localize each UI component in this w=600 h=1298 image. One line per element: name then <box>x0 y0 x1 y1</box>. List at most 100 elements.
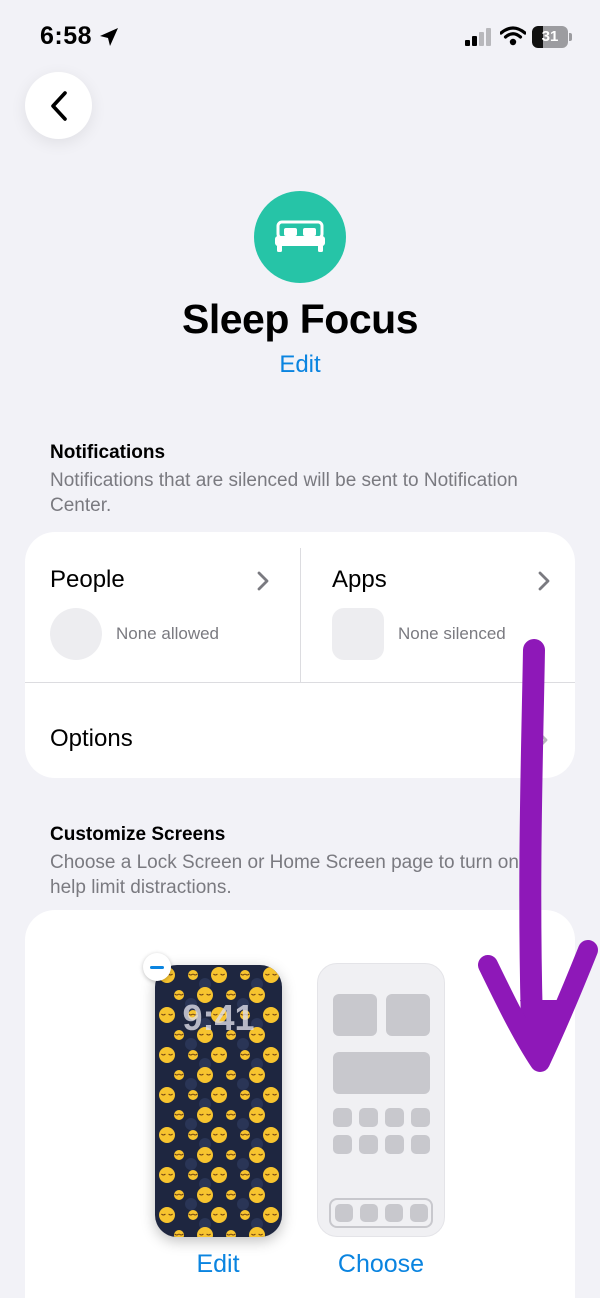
sleeping-face-emoji <box>263 967 279 983</box>
options-label: Options <box>50 725 133 752</box>
sleeping-face-emoji <box>249 1107 265 1123</box>
sleeping-face-emoji <box>211 967 227 983</box>
sleeping-face-emoji <box>188 1170 198 1180</box>
sleeping-face-emoji <box>263 1087 279 1103</box>
back-button[interactable] <box>25 72 92 139</box>
location-arrow-icon <box>100 28 118 46</box>
wallpaper-shade-dot <box>185 1118 197 1130</box>
lock-screen-time: 9:41 <box>182 997 255 1038</box>
sleeping-face-emoji <box>211 1207 227 1223</box>
lock-screen-edit-button[interactable]: Edit <box>168 1250 268 1279</box>
focus-icon <box>254 191 346 283</box>
sleeping-face-emoji <box>174 1070 184 1080</box>
apps-icon-placeholder <box>332 608 384 660</box>
notifications-heading: Notifications <box>50 442 166 463</box>
sleeping-face-emoji <box>240 1170 250 1180</box>
sleeping-face-emoji <box>159 1207 175 1223</box>
status-bar: 6:58 31 <box>0 0 600 76</box>
battery-icon: 31 <box>532 26 572 48</box>
sleeping-face-emoji <box>197 1227 213 1237</box>
wallpaper-shade-dot <box>185 1198 197 1210</box>
app-placeholder <box>385 1135 404 1154</box>
sleeping-face-emoji <box>226 1150 236 1160</box>
home-screen-choose-button[interactable]: Choose <box>325 1250 437 1279</box>
sleeping-face-emoji <box>249 1147 265 1163</box>
signal-icon <box>465 28 491 46</box>
app-placeholder <box>333 1135 352 1154</box>
sleeping-face-emoji <box>197 1147 213 1163</box>
sleeping-face-emoji <box>188 970 198 980</box>
sleeping-face-emoji <box>159 1167 175 1183</box>
app-placeholder <box>359 1108 378 1127</box>
sleeping-face-emoji <box>174 1190 184 1200</box>
back-chevron-icon <box>50 90 67 121</box>
battery-level-text: 31 <box>541 28 559 45</box>
sleeping-face-emoji <box>197 1187 213 1203</box>
sleeping-face-emoji <box>188 1130 198 1140</box>
sleeping-face-emoji <box>211 1047 227 1063</box>
remove-lock-screen-button[interactable] <box>143 953 171 981</box>
screens-card: 9:41 Edit Choose <box>25 910 575 1298</box>
sleeping-face-emoji <box>226 1190 236 1200</box>
bed-icon <box>275 220 325 252</box>
wallpaper-shade-dot <box>237 1198 249 1210</box>
notifications-card: People None allowed Apps None silenced O… <box>25 532 575 778</box>
wifi-icon <box>500 26 526 46</box>
sleeping-face-emoji <box>174 1230 184 1237</box>
sleeping-face-emoji <box>211 1087 227 1103</box>
widget-placeholder <box>333 994 377 1036</box>
dock-placeholder <box>329 1198 433 1228</box>
wallpaper-shade-dot <box>237 1118 249 1130</box>
apps-title: Apps <box>332 566 387 593</box>
sleeping-face-emoji <box>249 1067 265 1083</box>
page-title: Sleep Focus <box>181 296 419 342</box>
sleeping-face-emoji <box>174 1150 184 1160</box>
customize-description: Choose a Lock Screen or Home Screen page… <box>50 852 541 898</box>
wallpaper-shade-dot <box>185 1078 197 1090</box>
edit-focus-button[interactable]: Edit <box>0 351 600 379</box>
chevron-right-icon <box>538 571 550 591</box>
sleeping-face-emoji <box>197 1067 213 1083</box>
notifications-description: Notifications that are silenced will be … <box>50 470 518 516</box>
apps-cell[interactable]: Apps None silenced <box>25 532 575 682</box>
app-placeholder <box>359 1135 378 1154</box>
sleeping-face-emoji <box>211 1167 227 1183</box>
sleeping-face-emoji <box>188 1210 198 1220</box>
status-time: 6:58 <box>40 22 93 50</box>
chevron-right-icon <box>536 730 548 750</box>
lock-screen-preview[interactable]: 9:41 <box>155 965 282 1237</box>
sleeping-face-emoji <box>240 1210 250 1220</box>
wallpaper-shade-dot <box>185 1158 197 1170</box>
customize-heading: Customize Screens <box>50 824 226 845</box>
app-placeholder <box>385 1108 404 1127</box>
home-screen-preview[interactable] <box>317 963 445 1237</box>
sleeping-face-emoji <box>263 1127 279 1143</box>
sleeping-face-emoji <box>226 1070 236 1080</box>
app-placeholder <box>411 1108 430 1127</box>
sleeping-face-emoji <box>174 1110 184 1120</box>
minus-icon <box>150 965 164 969</box>
sleeping-face-emoji <box>226 1230 236 1237</box>
sleeping-face-emoji <box>159 1047 175 1063</box>
wallpaper-shade-dot <box>185 1038 197 1050</box>
sleeping-face-emoji <box>263 1047 279 1063</box>
wallpaper-shade-dot <box>237 1158 249 1170</box>
sleeping-face-emoji <box>240 1050 250 1060</box>
widget-placeholder <box>386 994 430 1036</box>
options-row[interactable]: Options <box>25 683 575 778</box>
apps-subtitle: None silenced <box>398 624 506 643</box>
sleeping-face-emoji <box>263 1167 279 1183</box>
widget-placeholder <box>333 1052 430 1094</box>
app-placeholder <box>333 1108 352 1127</box>
sleeping-face-emoji <box>249 1227 265 1237</box>
sleeping-face-emoji <box>240 1090 250 1100</box>
wallpaper-shade-dot <box>237 1078 249 1090</box>
sleeping-face-emoji <box>197 1107 213 1123</box>
sleeping-face-emoji <box>249 1187 265 1203</box>
sleeping-face-emoji <box>211 1127 227 1143</box>
wallpaper-shade-dot <box>237 1038 249 1050</box>
sleeping-face-emoji <box>159 1127 175 1143</box>
sleeping-face-emoji <box>188 1090 198 1100</box>
sleeping-face-emoji <box>159 1087 175 1103</box>
sleeping-face-emoji <box>188 1050 198 1060</box>
